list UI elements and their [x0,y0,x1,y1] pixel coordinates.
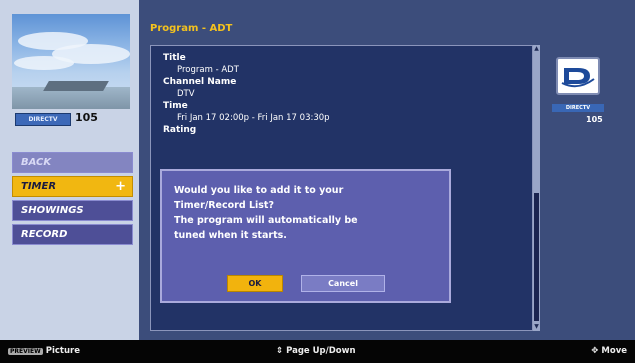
directv-logo-icon [556,57,600,95]
title-value: Program - ADT [177,65,239,75]
dialog-line: Would you like to add it to your [174,185,344,196]
tv-preview [12,14,130,109]
scroll-down-icon[interactable]: ▼ [533,323,540,331]
footer-bar: PREVIEW Picture ⇕ Page Up/Down ✥ Move [0,340,635,363]
dialog-message: Would you like to add it to your Timer/R… [174,183,444,243]
ok-button[interactable]: OK [227,275,283,292]
footer-move: ✥ Move [591,346,627,356]
title-label: Title [163,53,186,63]
action-menu: BACK TIMER + SHOWINGS RECORD [12,152,133,248]
add-timer-dialog: Would you like to add it to your Timer/R… [160,169,451,303]
channel-label: Channel Name [163,77,237,87]
logo-channel-number: 105 [586,115,603,124]
channel-number: 105 [75,111,98,124]
scroll-thumb[interactable] [534,193,539,321]
left-column: DIRECTV 105 BACK TIMER + SHOWINGS RECORD [0,0,139,340]
cancel-button[interactable]: Cancel [301,275,385,292]
menu-item-label: TIMER [21,181,57,192]
time-label: Time [163,101,188,111]
page-key-icon: ⇕ [276,346,284,356]
logo-label: DIRECTV [552,104,604,112]
menu-item-label: RECORD [21,229,68,240]
menu-item-label: SHOWINGS [21,205,84,216]
footer-page-label: Page Up/Down [286,346,356,356]
channel-badge: DIRECTV [15,113,71,126]
program-details: Title Program - ADT Channel Name DTV Tim… [163,52,330,136]
footer-picture-label: Picture [45,346,80,356]
dialog-line: The program will automatically be [174,215,358,226]
move-arrows-icon: ✥ [591,346,599,356]
footer-page: ⇕ Page Up/Down [276,346,356,356]
plus-icon: + [115,179,126,194]
menu-item-label: BACK [21,157,52,168]
time-value: Fri Jan 17 02:00p - Fri Jan 17 03:30p [177,113,330,123]
details-scrollbar[interactable]: ▲ ▼ [533,45,540,331]
preview-key-icon: PREVIEW [8,348,43,355]
dialog-line: Timer/Record List? [174,200,274,211]
menu-item-timer[interactable]: TIMER + [12,176,133,197]
menu-item-back[interactable]: BACK [12,152,133,173]
menu-item-record[interactable]: RECORD [12,224,133,245]
page-title: Program - ADT [150,23,233,34]
menu-item-showings[interactable]: SHOWINGS [12,200,133,221]
guide-screen: DIRECTV 105 BACK TIMER + SHOWINGS RECORD… [0,0,635,363]
rating-label: Rating [163,125,197,135]
footer-move-label: Move [601,346,627,356]
channel-value: DTV [177,89,195,99]
footer-picture: PREVIEW Picture [8,346,80,356]
dialog-line: tuned when it starts. [174,230,287,241]
scroll-up-icon[interactable]: ▲ [533,45,540,53]
